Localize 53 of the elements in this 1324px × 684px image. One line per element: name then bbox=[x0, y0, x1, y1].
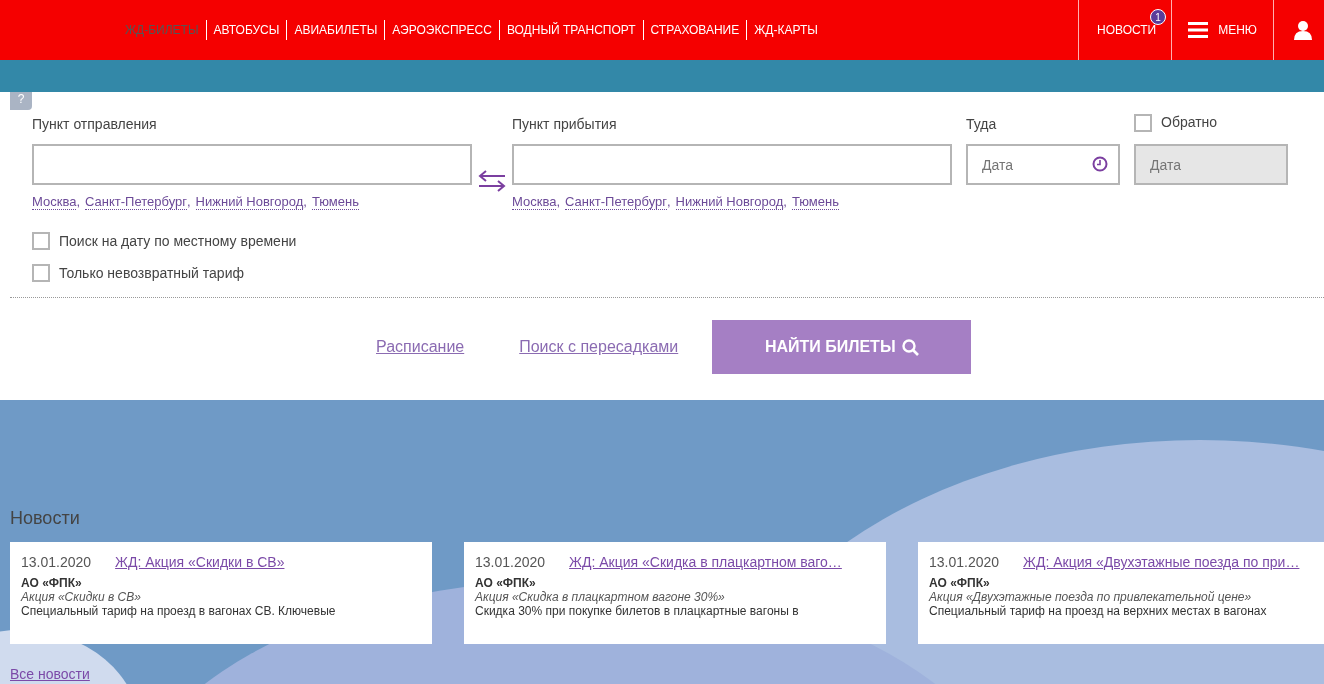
clock-icon[interactable] bbox=[1092, 156, 1108, 172]
news-text: Специальный тариф на проезд на верхних местах в вагонах bbox=[929, 604, 1268, 618]
news-date: 13.01.2020 bbox=[21, 554, 92, 570]
checkbox-label: Только невозвратный тариф bbox=[59, 265, 244, 281]
notification-badge: 1 bbox=[1150, 9, 1167, 25]
comma: , bbox=[187, 194, 191, 210]
comma: , bbox=[556, 194, 560, 210]
field-label: Туда bbox=[966, 115, 998, 134]
nav-link[interactable]: АЭРОЭКСПРЕСС bbox=[385, 23, 499, 37]
comma: , bbox=[667, 194, 671, 210]
city-link[interactable]: Санкт-Петербург bbox=[565, 194, 667, 210]
news-date: 13.01.2020 bbox=[929, 554, 1000, 570]
nav-link[interactable]: АВТОБУСЫ bbox=[206, 23, 287, 37]
user-icon bbox=[1294, 20, 1312, 40]
city-link[interactable]: Тюмень bbox=[311, 194, 359, 210]
checkbox-label: Обратно bbox=[1161, 114, 1218, 130]
nav-link[interactable]: СТРАХОВАНИЕ bbox=[643, 23, 747, 37]
news-title-link[interactable]: ЖД: Акция «Двухэтажные поезда по при… bbox=[1023, 554, 1300, 570]
news-text: Скидка 30% при покупке билетов в плацкартные вагоны в bbox=[475, 604, 800, 618]
arrival-field[interactable] bbox=[512, 144, 952, 185]
swap-arrows-icon[interactable] bbox=[478, 170, 506, 192]
all-news-link[interactable]: Все новости bbox=[10, 666, 90, 682]
news-subtitle: Акция «Двухэтажные поезда по привлекательной цене» bbox=[929, 590, 1253, 604]
nav-link[interactable]: ВОДНЫЙ ТРАНСПОРТ bbox=[499, 23, 643, 37]
news-company: АО «ФПК» bbox=[475, 576, 537, 590]
comma: , bbox=[76, 194, 80, 210]
find-tickets-button[interactable]: НАЙТИ БИЛЕТЫ bbox=[712, 320, 972, 374]
menu-icon bbox=[1188, 22, 1209, 38]
field-label: Пункт прибытия bbox=[512, 115, 618, 134]
city-link[interactable]: Тюмень bbox=[791, 194, 839, 210]
text-link[interactable]: Расписание bbox=[376, 338, 465, 356]
date-field[interactable]: Дата bbox=[966, 144, 1120, 185]
checkbox[interactable] bbox=[32, 232, 50, 250]
section-heading: Новости bbox=[10, 508, 81, 530]
news-text: Специальный тариф на проезд в вагонах СВ. Ключевые bbox=[21, 604, 337, 618]
news-date: 13.01.2020 bbox=[475, 554, 546, 570]
news-title-link[interactable]: ЖД: Акция «Скидка в плацкартном ваго… bbox=[569, 554, 842, 570]
field-label: Пункт отправления bbox=[32, 115, 158, 134]
city-link[interactable]: Санкт-Петербург bbox=[85, 194, 187, 210]
news-subtitle: Акция «Скидка в плацкартном вагоне 30%» bbox=[475, 590, 726, 604]
comma: , bbox=[303, 194, 307, 210]
text-link[interactable]: Поиск с пересадками bbox=[519, 338, 679, 356]
departure-field[interactable] bbox=[32, 144, 472, 185]
nav-link[interactable]: ЖД-КАРТЫ bbox=[747, 23, 825, 37]
news-subtitle: Акция «Скидки в СВ» bbox=[21, 590, 142, 604]
news-company: АО «ФПК» bbox=[929, 576, 991, 590]
news-title-link[interactable]: ЖД: Акция «Скидки в СВ» bbox=[115, 554, 285, 570]
news-company: АО «ФПК» bbox=[21, 576, 83, 590]
comma: , bbox=[783, 194, 787, 210]
search-icon bbox=[901, 338, 919, 356]
checkbox[interactable] bbox=[32, 264, 50, 282]
nav-link[interactable]: АВИАБИЛЕТЫ bbox=[287, 23, 385, 37]
checkbox-label: Поиск на дату по местному времени bbox=[59, 233, 297, 249]
